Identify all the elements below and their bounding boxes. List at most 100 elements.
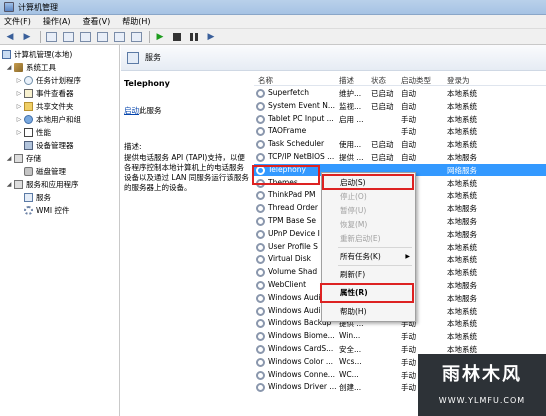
table-cell: 已启动 [371, 153, 394, 162]
table-cell: TCP/IP NetBIOS ... [268, 152, 335, 161]
service-gear-icon [256, 357, 265, 367]
tree-item-storage[interactable]: ◢ 存储 [6, 153, 41, 164]
menu-item-help[interactable]: 帮助(H) [322, 305, 415, 318]
menu-item-resume: 恢复(M) [340, 220, 368, 229]
up-folder-icon[interactable] [44, 30, 58, 43]
service-gear-icon [256, 127, 265, 137]
pause-service-icon[interactable] [187, 30, 201, 43]
toolbar-separator [40, 30, 41, 43]
collapse-arrow-icon[interactable]: ◢ [6, 64, 12, 71]
start-service-link[interactable]: 启动 [124, 106, 139, 115]
description-label: 描述: [124, 142, 142, 151]
table-cell: 手动 [401, 114, 416, 124]
pane-title: 服务 [145, 53, 161, 62]
service-gear-icon [256, 242, 265, 252]
highlight-telephony [252, 165, 320, 185]
clock-icon [24, 76, 33, 85]
column-description[interactable]: 描述 [339, 75, 354, 86]
help-icon[interactable] [112, 30, 126, 43]
export-list-icon[interactable] [78, 30, 92, 43]
expand-arrow-icon[interactable]: ▷ [16, 116, 22, 123]
tree-item-system-tools[interactable]: ◢ 系统工具 [6, 62, 56, 73]
submenu-arrow-icon: ▶ [405, 253, 410, 260]
show-hide-tree-icon[interactable] [61, 30, 75, 43]
stop-service-icon[interactable] [170, 30, 184, 43]
table-cell: TAOFrame [268, 126, 307, 136]
table-row[interactable]: TCP/IP NetBIOS ... 提供 ... 已启动 自动 本地服务 [254, 151, 546, 163]
watermark-title: 雨林木风 [442, 364, 522, 385]
table-cell: 自动 [401, 89, 416, 98]
table-cell: 本地系统 [447, 114, 477, 124]
properties-icon[interactable] [129, 30, 143, 43]
service-gear-icon [256, 370, 265, 380]
table-cell: 监视... [339, 101, 362, 111]
table-cell: 本地系统 [447, 89, 477, 98]
column-startup-type[interactable]: 启动类型 [401, 75, 431, 86]
expand-arrow-icon[interactable]: ▷ [16, 90, 22, 97]
table-cell: 网络服务 [447, 165, 477, 175]
expand-arrow-icon[interactable]: ▷ [16, 103, 22, 110]
table-row[interactable]: Task Scheduler 使用... 已启动 自动 本地系统 [254, 138, 546, 150]
toolbar-separator [149, 30, 150, 43]
table-cell: 本地系统 [447, 242, 477, 252]
menu-item-refresh[interactable]: 刷新(F) [322, 268, 415, 281]
table-cell: 本地系统 [447, 332, 477, 342]
watermark-logo: 雨林木风 WWW.YLMFU.COM [418, 354, 546, 416]
table-row[interactable]: System Event N... 监视... 已启动 自动 本地系统 [254, 100, 546, 112]
table-cell: 本地系统 [447, 268, 477, 278]
back-arrow-icon[interactable]: ◀ [3, 30, 17, 43]
restart-service-icon[interactable]: ▶ [204, 30, 218, 43]
expand-arrow-icon[interactable]: ▷ [16, 77, 22, 84]
table-cell: 本地系统 [447, 306, 477, 316]
expand-arrow-icon[interactable]: ▷ [16, 129, 22, 136]
table-cell: Task Scheduler [268, 139, 325, 149]
tree-item-local-users[interactable]: ▷ 本地用户和组 [16, 114, 81, 125]
service-gear-icon [256, 268, 265, 278]
refresh-icon[interactable] [95, 30, 109, 43]
tree-item-event-viewer[interactable]: ▷ 事件查看器 [16, 88, 74, 99]
column-logon-as[interactable]: 登录为 [447, 75, 470, 86]
table-cell: 手动 [401, 332, 416, 342]
table-cell: 本地系统 [447, 127, 477, 137]
tree-item-services-apps[interactable]: ◢ 服务和应用程序 [6, 179, 79, 190]
tree-root[interactable]: 计算机管理(本地) [2, 49, 72, 60]
table-cell: 自动 [401, 153, 416, 162]
table-row[interactable]: Superfetch 维护... 已启动 自动 本地系统 [254, 87, 546, 99]
table-row[interactable]: Tablet PC Input ... 启用 ... 手动 本地系统 [254, 113, 546, 125]
tree-item-task-scheduler[interactable]: ▷ 任务计划程序 [16, 75, 81, 86]
collapse-arrow-icon[interactable]: ◢ [6, 155, 12, 162]
tree-item-wmi[interactable]: WMI 控件 [16, 205, 69, 216]
service-gear-icon [256, 191, 265, 201]
collapse-arrow-icon[interactable]: ◢ [6, 181, 12, 188]
tree-item-shared-folders[interactable]: ▷ 共享文件夹 [16, 101, 74, 112]
table-cell: 本地服务 [447, 229, 477, 239]
watermark-url: WWW.YLMFU.COM [438, 396, 526, 405]
tree-item-performance[interactable]: ▷ 性能 [16, 127, 51, 138]
menu-view[interactable]: 查看(V) [83, 16, 111, 27]
tree-item-services[interactable]: 服务 [16, 192, 51, 203]
table-cell: 本地系统 [447, 191, 477, 201]
table-cell: Windows CardS... [268, 344, 334, 353]
table-row[interactable]: Windows Biome... Win... 手动 本地系统 [254, 330, 546, 342]
disk-icon [24, 167, 33, 176]
service-gear-icon [256, 229, 265, 239]
table-cell: 本地系统 [447, 178, 477, 188]
tree-item-disk-management[interactable]: 磁盘管理 [16, 166, 66, 177]
table-cell: Superfetch [268, 88, 310, 97]
table-row[interactable]: TAOFrame 手动 本地系统 [254, 125, 546, 137]
description-text: 提供电话服务 API (TAPI)支持，以便各程序控制本地计算机上的电话服务设备… [124, 153, 249, 192]
table-cell: 本地系统 [447, 255, 477, 265]
service-gear-icon [256, 153, 265, 162]
menu-item-all-tasks[interactable]: 所有任务(K) ▶ [322, 250, 415, 263]
menu-action[interactable]: 操作(A) [43, 16, 71, 27]
column-name[interactable]: 名称 [258, 75, 273, 86]
menu-file[interactable]: 文件(F) [4, 16, 31, 27]
table-cell: 已启动 [371, 101, 394, 111]
column-status[interactable]: 状态 [371, 75, 386, 86]
menu-separator [338, 265, 412, 266]
tree-item-device-manager[interactable]: 设备管理器 [16, 140, 74, 151]
table-cell: 本地服务 [447, 281, 477, 290]
forward-arrow-icon[interactable]: ▶ [20, 30, 34, 43]
menu-help[interactable]: 帮助(H) [122, 16, 150, 27]
start-service-icon[interactable]: ▶ [153, 30, 167, 43]
